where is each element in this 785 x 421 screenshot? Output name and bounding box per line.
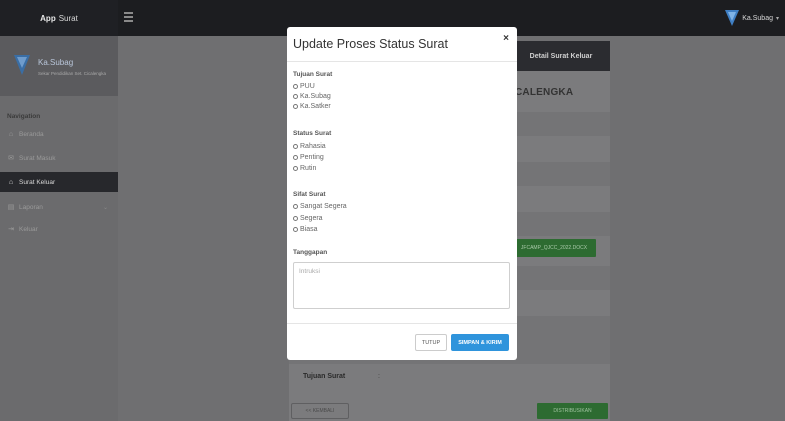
user-menu[interactable]: Ka.Subag ▾ xyxy=(725,9,779,27)
sidebar-item-beranda[interactable]: ⌂ Beranda xyxy=(0,124,118,144)
mail-icon: ✉ xyxy=(8,155,14,162)
modal-title: Update Proses Status Surat xyxy=(293,37,448,51)
outbox-icon: ⌂ xyxy=(8,178,14,186)
sidebar-item-surat-masuk[interactable]: ✉ Surat Masuk xyxy=(0,148,118,168)
user-menu-label: Ka.Subag xyxy=(742,14,773,22)
radio-status-rutin[interactable]: Rutin xyxy=(293,165,316,172)
radio-sifat-sangat-segera[interactable]: Sangat Segera xyxy=(293,203,347,210)
home-icon: ⌂ xyxy=(8,130,14,138)
sidebar-item-label: Beranda xyxy=(19,130,44,138)
sidebar-item-laporan[interactable]: ▤ Laporan ⌄ xyxy=(0,197,118,217)
simpan-kirim-button[interactable]: SIMPAN & KIRIM xyxy=(451,334,509,351)
status-surat-label: Status Surat xyxy=(293,130,332,137)
sidebar-item-label: Keluar xyxy=(19,225,38,233)
radio-sifat-biasa[interactable]: Biasa xyxy=(293,226,318,233)
tutup-button[interactable]: TUTUP xyxy=(415,334,447,351)
row-colon: : xyxy=(378,373,380,380)
chevron-down-icon: ⌄ xyxy=(102,204,108,211)
sidebar-item-label: Surat Keluar xyxy=(19,178,56,186)
menu-toggle-icon[interactable] xyxy=(124,12,133,22)
row-label-tujuan-surat: Tujuan Surat xyxy=(303,373,346,380)
chevron-down-icon: ▾ xyxy=(775,15,779,22)
detail-panel-title: Detail Surat Keluar xyxy=(512,41,610,71)
logout-icon: ⇥ xyxy=(8,226,14,233)
sidebar-item-surat-keluar[interactable]: ⌂ Surat Keluar xyxy=(0,172,118,192)
update-status-modal: Update Proses Status Surat × Tujuan Sura… xyxy=(287,27,517,360)
sidebar: Ka.Subag Sekar Pendidikan Set. Cicalengk… xyxy=(0,36,118,421)
radio-status-penting[interactable]: Penting xyxy=(293,154,324,161)
sidebar-item-label: Surat Masuk xyxy=(19,154,56,162)
file-download-button[interactable]: JFCAMP_QJCC_2022.DOCX xyxy=(512,239,596,257)
user-name: Ka.Subag xyxy=(38,58,74,67)
sidebar-item-label: Laporan xyxy=(19,203,43,211)
modal-header-divider xyxy=(287,61,517,62)
sifat-surat-label: Sifat Surat xyxy=(293,191,326,198)
tanggapan-input[interactable]: Intruksi xyxy=(293,262,510,309)
radio-tujuan-ka-satker[interactable]: Ka.Satker xyxy=(293,103,331,110)
user-logo-icon xyxy=(14,55,30,75)
radio-tujuan-ka-subag[interactable]: Ka.Subag xyxy=(293,93,331,100)
back-button[interactable]: << KEMBALI xyxy=(291,403,349,419)
app-name-rest: Surat xyxy=(58,13,78,23)
tujuan-surat-label: Tujuan Surat xyxy=(293,71,333,78)
nav-header: Navigation xyxy=(7,113,41,120)
detail-heading: CALENGKA xyxy=(515,87,574,98)
radio-status-rahasia[interactable]: Rahasia xyxy=(293,143,326,150)
app-brand[interactable]: App Surat xyxy=(0,0,118,36)
tanggapan-label: Tanggapan xyxy=(293,249,328,256)
modal-footer-divider xyxy=(287,323,517,324)
radio-tujuan-puu[interactable]: PUU xyxy=(293,83,315,90)
user-subtitle: Sekar Pendidikan Set. Cicalengka xyxy=(38,71,107,76)
close-icon[interactable]: × xyxy=(503,33,509,44)
report-icon: ▤ xyxy=(7,204,15,211)
radio-sifat-segera[interactable]: Segera xyxy=(293,215,323,222)
logo-v-icon xyxy=(725,10,740,26)
app-name-bold: App xyxy=(40,13,56,23)
sidebar-item-keluar[interactable]: ⇥ Keluar xyxy=(0,219,118,239)
user-panel: Ka.Subag Sekar Pendidikan Set. Cicalengk… xyxy=(0,36,118,96)
distribute-button[interactable]: DISTRIBUSIKAN xyxy=(537,403,608,419)
